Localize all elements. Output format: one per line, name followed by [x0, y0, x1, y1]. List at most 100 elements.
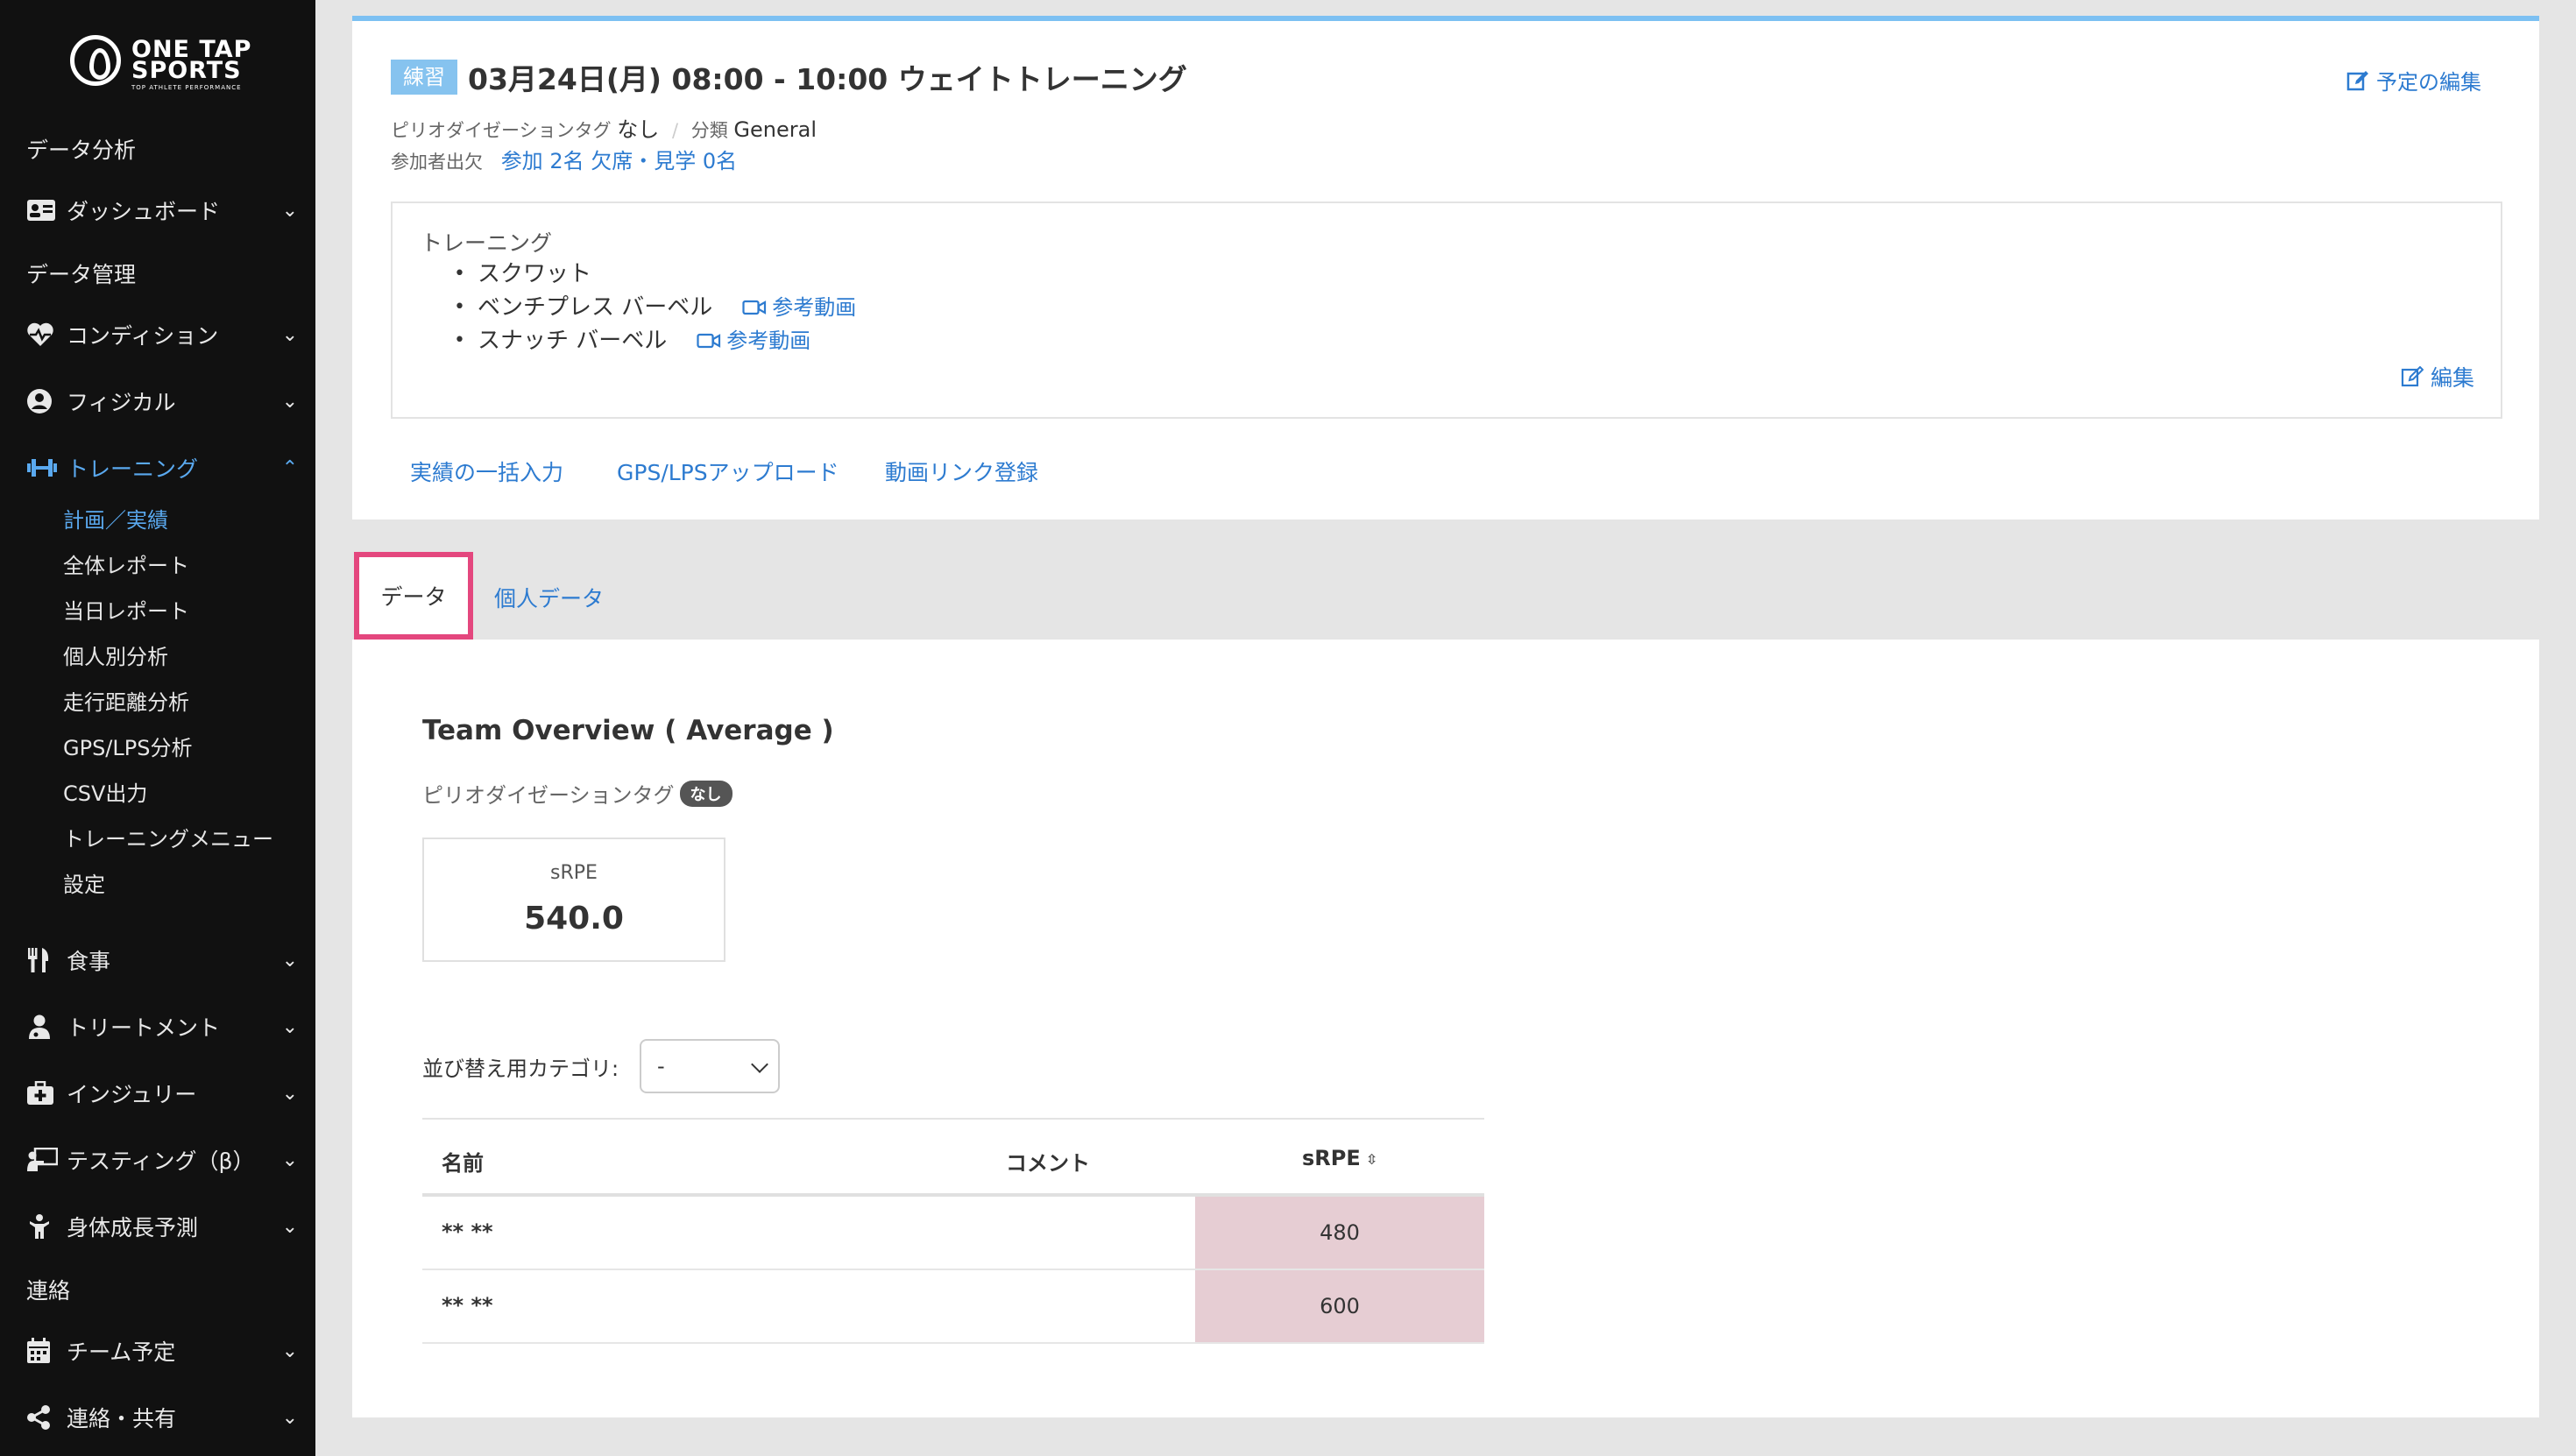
- edit-icon: [2346, 70, 2368, 90]
- period-tag-label: ピリオダイゼーションタグ: [422, 783, 675, 808]
- gps-upload-link[interactable]: GPS/LPSアップロード: [617, 456, 839, 487]
- edit-plan-label: 予定の編集: [2376, 70, 2481, 95]
- dumbbell-icon: [26, 455, 58, 481]
- sidebar-subitem-plan-actual[interactable]: 計画／実績: [63, 503, 168, 534]
- reference-video-link[interactable]: 参考動画: [742, 291, 856, 324]
- calendar-icon: [26, 1338, 58, 1364]
- sidebar-item-label: トレーニング: [67, 456, 199, 482]
- chevron-down-icon: ⌄: [281, 199, 298, 222]
- sort-category-label: 並び替え用カテゴリ:: [422, 1057, 619, 1081]
- edit-icon: [2401, 366, 2424, 387]
- sidebar-item-team-schedule[interactable]: チーム予定 ⌄: [26, 1332, 298, 1370]
- nav-heading-data-management: データ管理: [26, 262, 137, 287]
- cell-srpe: 480: [1195, 1197, 1484, 1269]
- sidebar-subitem-individual-analysis[interactable]: 個人別分析: [63, 640, 168, 670]
- sidebar: ONE TAP SPORTS TOP ATHLETE PERFORMANCE デ…: [0, 0, 315, 1456]
- sort-category-select[interactable]: -: [640, 1039, 780, 1093]
- logo-mark-icon: [70, 35, 121, 86]
- exercise-name: ベンチプレス バーベル: [477, 294, 713, 321]
- event-card: 練習 03月24日(月) 08:00 - 10:00 ウェイトトレーニング 予定…: [352, 16, 2539, 519]
- cell-name: ** **: [442, 1219, 493, 1244]
- tab-personal-data[interactable]: 個人データ: [494, 582, 604, 613]
- srpe-summary-value: 540.0: [524, 901, 624, 937]
- sidebar-item-testing[interactable]: テスティング（β） ⌄: [26, 1141, 298, 1179]
- list-item: スナッチ バーベル 参考動画: [454, 324, 856, 357]
- event-type-badge: 練習: [391, 60, 457, 95]
- period-tag-badge: なし: [679, 780, 732, 807]
- sidebar-item-treatment[interactable]: トリートメント ⌄: [26, 1007, 298, 1046]
- attendance-link[interactable]: 参加 2名 欠席・見学 0名: [501, 149, 737, 173]
- sidebar-item-label: テスティング（β）: [67, 1149, 255, 1174]
- share-icon: [26, 1404, 58, 1431]
- id-card-icon: [26, 197, 58, 223]
- sidebar-item-share[interactable]: 連絡・共有 ⌄: [26, 1398, 298, 1437]
- reference-video-label: 参考動画: [726, 329, 811, 353]
- sidebar-item-label: ダッシュボード: [67, 199, 221, 224]
- table-header: 名前 コメント sRPE ⇳: [422, 1118, 1484, 1197]
- tab-data[interactable]: データ: [354, 552, 473, 640]
- srpe-table: 名前 コメント sRPE ⇳ ** ** 480 ** ** 600: [422, 1118, 1484, 1344]
- category-value: General: [733, 117, 817, 142]
- child-growth-icon: [26, 1213, 58, 1240]
- first-aid-kit-icon: [26, 1080, 58, 1106]
- chevron-down-icon: ⌄: [281, 949, 298, 972]
- heartbeat-icon: [26, 322, 58, 348]
- nav-heading-data-analysis: データ分析: [26, 138, 137, 163]
- sidebar-subitem-csv-output[interactable]: CSV出力: [63, 776, 147, 807]
- sidebar-item-physical[interactable]: フィジカル ⌄: [26, 382, 298, 421]
- event-meta-attendance: 参加者出欠 参加 2名 欠席・見学 0名: [391, 144, 737, 174]
- srpe-summary-label: sRPE: [550, 862, 598, 884]
- chevron-up-icon: ⌃: [281, 456, 298, 479]
- sort-icon: ⇳: [1365, 1150, 1378, 1168]
- video-camera-icon: [697, 333, 721, 349]
- nav-heading-contact: 連絡: [26, 1278, 71, 1304]
- chevron-down-icon: ⌄: [281, 1215, 298, 1238]
- srpe-summary-card: sRPE 540.0: [422, 838, 725, 962]
- sidebar-item-training[interactable]: トレーニング ⌃: [26, 449, 298, 487]
- sidebar-subitem-training-menu[interactable]: トレーニングメニュー: [63, 822, 273, 852]
- sidebar-item-growth[interactable]: 身体成長予測 ⌄: [26, 1207, 298, 1246]
- chevron-down-icon: ⌄: [281, 323, 298, 346]
- column-header-name: 名前: [442, 1151, 484, 1176]
- attendance-label: 参加者出欠: [391, 152, 483, 173]
- logo-tagline: TOP ATHLETE PERFORMANCE: [131, 84, 242, 91]
- chevron-down-icon: ⌄: [281, 390, 298, 413]
- edit-training-link[interactable]: 編集: [2401, 361, 2474, 392]
- edit-plan-link[interactable]: 予定の編集: [2346, 65, 2481, 95]
- sidebar-item-label: インジュリー: [67, 1082, 197, 1107]
- chevron-down-icon: ⌄: [281, 1149, 298, 1171]
- sidebar-item-label: 食事: [67, 949, 111, 974]
- chalkboard-teacher-icon: [26, 1147, 58, 1173]
- period-tag-label: ピリオダイゼーションタグ: [391, 120, 612, 141]
- sidebar-item-injury[interactable]: インジュリー ⌄: [26, 1074, 298, 1113]
- bulk-input-link[interactable]: 実績の一括入力: [410, 456, 563, 487]
- cell-srpe: 600: [1195, 1270, 1484, 1342]
- exercise-name: スナッチ バーベル: [477, 328, 668, 354]
- utensils-icon: [26, 947, 58, 973]
- sidebar-subitem-gps-analysis[interactable]: GPS/LPS分析: [63, 731, 192, 761]
- app-logo[interactable]: ONE TAP SPORTS TOP ATHLETE PERFORMANCE: [70, 32, 263, 91]
- chevron-down-icon: ⌄: [281, 1015, 298, 1038]
- sidebar-subitem-overall-report[interactable]: 全体レポート: [63, 548, 189, 579]
- data-panel: Team Overview ( Average ) ピリオダイゼーションタグ な…: [352, 640, 2539, 1417]
- sidebar-item-dashboard[interactable]: ダッシュボード ⌄: [26, 191, 298, 230]
- video-link-register-link[interactable]: 動画リンク登録: [885, 456, 1038, 487]
- sidebar-item-label: 身体成長予測: [67, 1215, 199, 1240]
- sidebar-item-condition[interactable]: コンディション ⌄: [26, 315, 298, 354]
- reference-video-link[interactable]: 参考動画: [697, 324, 810, 357]
- chevron-down-icon: [751, 1056, 768, 1073]
- list-item: スクワット: [454, 258, 856, 291]
- user-medical-icon: [26, 1014, 58, 1040]
- sidebar-item-label: 連絡・共有: [67, 1406, 177, 1431]
- sidebar-item-meal[interactable]: 食事 ⌄: [26, 941, 298, 979]
- sidebar-item-label: トリートメント: [67, 1015, 221, 1041]
- meta-separator: /: [671, 120, 679, 141]
- sidebar-subitem-daily-report[interactable]: 当日レポート: [63, 594, 189, 625]
- event-title: 03月24日(月) 08:00 - 10:00 ウェイトトレーニング: [468, 62, 1187, 96]
- sidebar-subitem-distance-analysis[interactable]: 走行距離分析: [63, 685, 189, 716]
- sidebar-subitem-settings[interactable]: 設定: [63, 867, 105, 898]
- sidebar-item-label: コンディション: [67, 323, 219, 349]
- column-header-srpe[interactable]: sRPE ⇳: [1302, 1146, 1377, 1170]
- edit-training-label: 編集: [2430, 365, 2474, 391]
- table-row: ** ** 600: [422, 1270, 1484, 1344]
